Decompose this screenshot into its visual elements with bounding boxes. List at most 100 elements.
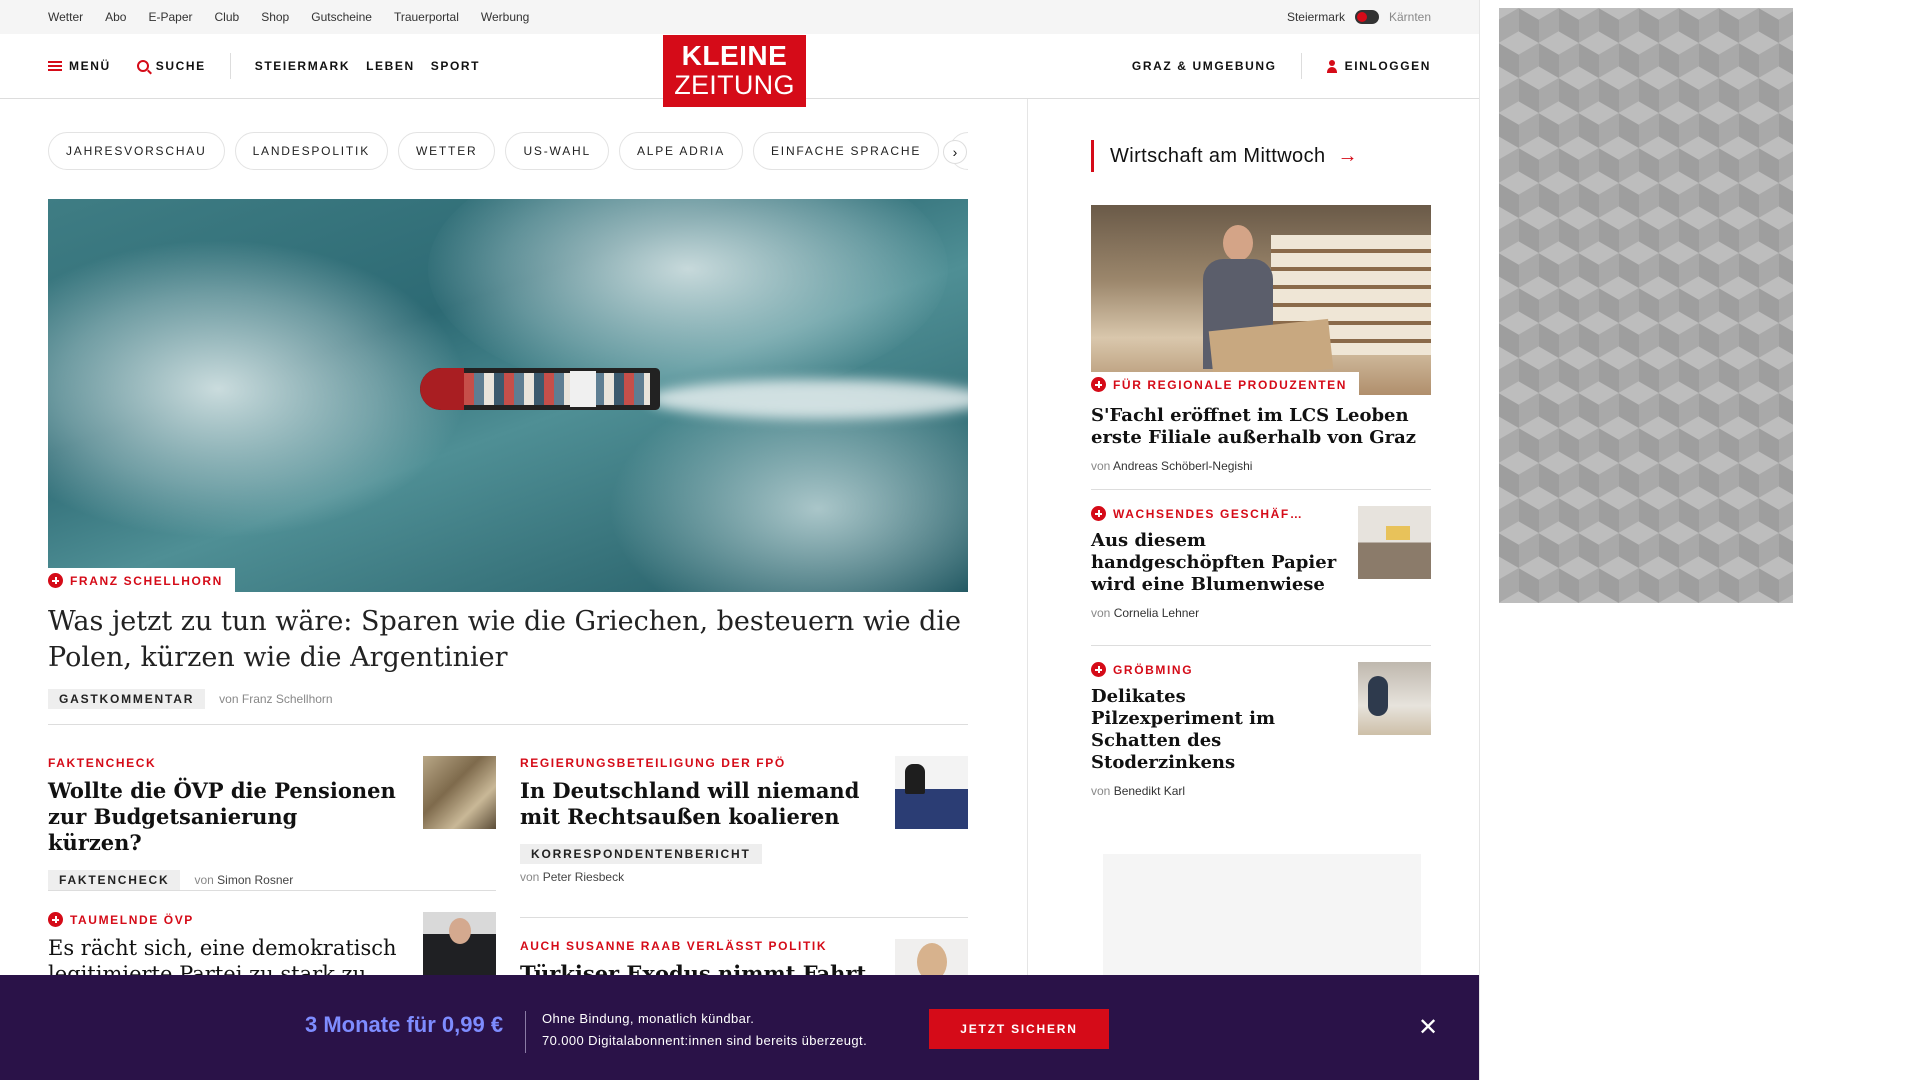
sidebar-article-author[interactable]: Benedikt Karl (1114, 784, 1185, 798)
utility-link-gutscheine[interactable]: Gutscheine (311, 10, 372, 24)
sidebar-lead-headline[interactable]: S'Fachl eröffnet im LCS Leoben erste Fil… (1091, 405, 1431, 449)
region-link-graz[interactable]: GRAZ & UMGEBUNG (1132, 59, 1277, 73)
utility-link-abo[interactable]: Abo (105, 10, 126, 24)
user-icon (1326, 59, 1338, 73)
hero-meta: GASTKOMMENTAR von Franz Schellhorn (48, 689, 968, 709)
article-badge: FAKTENCHECK (48, 870, 181, 890)
article-kicker: FAKTENCHECK (48, 756, 157, 770)
sidebar-article-byline: von Cornelia Lehner (1091, 606, 1200, 620)
article-thumbnail[interactable] (423, 756, 496, 829)
nav-leben[interactable]: LEBEN (366, 59, 415, 73)
article-kicker: REGIERUNGSBETEILIGUNG DER FPÖ (520, 756, 786, 770)
sidebar-lead-author[interactable]: Andreas Schöberl-Negishi (1113, 459, 1252, 473)
sidebar-lead-byline: von Andreas Schöberl-Negishi (1091, 459, 1253, 473)
chevron-right-icon[interactable]: › (943, 140, 967, 164)
search-icon (136, 60, 149, 72)
article-author[interactable]: Peter Riesbeck (543, 870, 624, 884)
region-switch: Steiermark Kärnten (1287, 10, 1431, 24)
sidebar-heading[interactable]: Wirtschaft am Mittwoch → (1091, 140, 1431, 172)
hero-kicker: FRANZ SCHELLHORN (70, 573, 223, 588)
article-meta: KORRESPONDENTENBERICHT von Peter Riesbec… (520, 844, 968, 884)
arrow-right-icon: → (1337, 144, 1358, 167)
plus-icon (1091, 377, 1106, 392)
nav-sport[interactable]: SPORT (431, 59, 480, 73)
search-button[interactable]: SUCHE (136, 59, 206, 73)
header-divider-right (1300, 53, 1302, 79)
sidebar-heading-label: Wirtschaft am Mittwoch (1110, 144, 1326, 167)
hero-headline[interactable]: Was jetzt zu tun wäre: Sparen wie die Gr… (48, 604, 968, 676)
sidebar-lead-kicker: FÜR REGIONALE PRODUZENTEN (1113, 377, 1348, 392)
utility-link-epaper[interactable]: E-Paper (148, 10, 192, 24)
menu-label: MENÜ (69, 59, 111, 73)
plus-icon (1091, 662, 1106, 677)
article-headline[interactable]: Wollte die ÖVP die Pensionen zur Budgets… (48, 778, 398, 856)
main-header: MENÜ SUCHE STEIERMARK LEBEN SPORT KLEINE… (0, 34, 1479, 107)
header-left-nav: MENÜ SUCHE STEIERMARK LEBEN SPORT (48, 53, 480, 79)
sidebar-column: Wirtschaft am Mittwoch → FÜR REGIONALE P… (1091, 99, 1431, 798)
region-label-kaernten: Kärnten (1388, 10, 1431, 24)
utility-link-shop[interactable]: Shop (261, 10, 289, 24)
region-toggle[interactable] (1354, 10, 1379, 24)
divider (48, 890, 496, 891)
article-badge: KORRESPONDENTENBERICHT (520, 844, 762, 864)
utility-link-wetter[interactable]: Wetter (48, 10, 83, 24)
hero-kicker-label: FRANZ SCHELLHORN (48, 568, 235, 592)
tag-einfache-sprache[interactable]: EINFACHE SPRACHE (753, 132, 940, 170)
utility-links: Wetter Abo E-Paper Club Shop Gutscheine … (48, 10, 529, 24)
plus-icon (1091, 506, 1106, 521)
topic-tags: JAHRESVORSCHAU LANDESPOLITIK WETTER US-W… (48, 131, 968, 171)
logo-line-1: KLEINE (681, 40, 788, 71)
column-divider (1027, 99, 1028, 1080)
tag-alpe-adria[interactable]: ALPE ADRIA (618, 132, 743, 170)
article-headline[interactable]: In Deutschland will niemand mit Rechtsau… (520, 778, 870, 830)
article-kicker: AUCH SUSANNE RAAB VERLÄSST POLITIK (520, 939, 828, 953)
nav-steiermark[interactable]: STEIERMARK (255, 59, 350, 73)
sidebar-article[interactable]: GRÖBMING Delikates Pilzexperiment im Sch… (1091, 645, 1431, 798)
promo-price: 3 Monate für 0,99 € (305, 1012, 504, 1037)
utility-bar: Wetter Abo E-Paper Club Shop Gutscheine … (0, 0, 1479, 34)
utility-link-trauerportal[interactable]: Trauerportal (394, 10, 459, 24)
sidebar-article-byline: von Benedikt Karl (1091, 784, 1186, 798)
header-right-nav: GRAZ & UMGEBUNG EINLOGGEN (1132, 53, 1431, 79)
hero-image[interactable]: FRANZ SCHELLHORN (48, 199, 968, 592)
tag-wetter[interactable]: WETTER (398, 132, 496, 170)
sidebar-article-headline[interactable]: Aus diesem handgeschöpften Papier wird e… (1091, 530, 1341, 596)
utility-link-werbung[interactable]: Werbung (481, 10, 529, 24)
region-label-steiermark: Steiermark (1286, 10, 1345, 24)
plus-icon (48, 573, 63, 588)
sidebar-lead-image[interactable]: FÜR REGIONALE PRODUZENTEN (1091, 205, 1431, 395)
login-button[interactable]: EINLOGGEN (1326, 59, 1431, 73)
subscribe-button[interactable]: JETZT SICHERN (929, 1009, 1109, 1049)
hero-author[interactable]: Franz Schellhorn (242, 692, 333, 706)
logo-line-2: ZEITUNG (674, 70, 795, 100)
sidebar-article-headline[interactable]: Delikates Pilzexperiment im Schatten des… (1091, 686, 1341, 774)
utility-link-club[interactable]: Club (215, 10, 240, 24)
tag-landespolitik[interactable]: LANDESPOLITIK (234, 132, 388, 170)
sidebar-article-thumbnail[interactable] (1358, 662, 1431, 735)
sidebar-article-author[interactable]: Cornelia Lehner (1114, 606, 1199, 620)
tag-us-wahl[interactable]: US-WAHL (505, 132, 609, 170)
article-grid: FAKTENCHECK Wollte die ÖVP die Pensionen… (48, 725, 968, 1012)
tag-jahresvorschau[interactable]: JAHRESVORSCHAU (48, 132, 225, 170)
article-card[interactable]: REGIERUNGSBETEILIGUNG DER FPÖ In Deutsch… (520, 756, 968, 884)
side-ad-banner[interactable] (1499, 8, 1793, 603)
sidebar-article-thumbnail[interactable] (1358, 506, 1431, 579)
article-thumbnail[interactable] (895, 756, 968, 829)
plus-icon (48, 912, 63, 927)
kleine-zeitung-logo[interactable]: KLEINE ZEITUNG (663, 35, 806, 107)
login-label: EINLOGGEN (1344, 59, 1431, 73)
promo-line-1: Ohne Bindung, monatlich kündbar. (542, 1011, 755, 1026)
article-card[interactable]: FAKTENCHECK Wollte die ÖVP die Pensionen… (48, 756, 496, 890)
sidebar-article[interactable]: WACHSENDES GESCHÄF… Aus diesem handgesch… (1091, 489, 1431, 629)
close-icon[interactable]: ✕ (1418, 1013, 1438, 1042)
promo-divider (525, 1011, 526, 1053)
hamburger-icon (48, 61, 62, 71)
divider (520, 917, 968, 918)
article-author[interactable]: Simon Rosner (217, 873, 293, 887)
hero-byline: von Franz Schellhorn (219, 692, 333, 706)
hero-badge: GASTKOMMENTAR (48, 689, 206, 709)
header-divider (229, 53, 231, 79)
ship-illustration (420, 368, 660, 410)
menu-button[interactable]: MENÜ (48, 59, 111, 73)
article-kicker: TAUMELNDE ÖVP (48, 912, 398, 927)
